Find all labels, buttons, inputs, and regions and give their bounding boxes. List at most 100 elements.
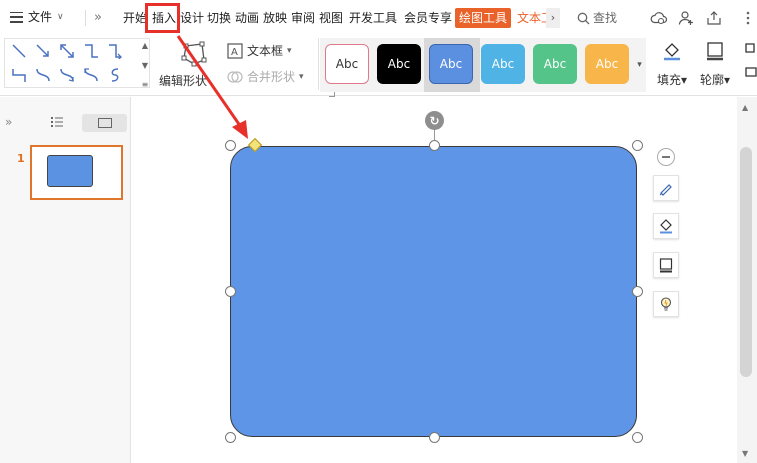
smart-suggest-button[interactable]	[653, 291, 679, 317]
vertical-scrollbar[interactable]: ▲ ▼	[737, 97, 757, 463]
file-menu-label: 文件	[28, 10, 53, 24]
tab-view[interactable]: 视图	[319, 9, 343, 27]
shape-effects-button[interactable]	[740, 40, 757, 83]
slides-panel: » 1	[0, 97, 131, 463]
scrollbar-thumb[interactable]	[740, 147, 752, 377]
resize-handle-top-left[interactable]	[225, 140, 236, 151]
tab-insert[interactable]: 插入	[152, 9, 176, 27]
thumbnail-shape	[47, 155, 93, 187]
style-swatch-white[interactable]: Abc	[325, 44, 369, 84]
resize-handle-top[interactable]	[429, 140, 440, 151]
rounded-rectangle-shape[interactable]	[230, 146, 637, 437]
user-add-icon[interactable]	[676, 8, 696, 28]
fill-button[interactable]: 填充▾	[651, 40, 693, 88]
collapse-float-toolbar-button[interactable]	[657, 148, 675, 166]
shape-outline-button[interactable]	[653, 252, 679, 278]
style-swatch-green[interactable]: Abc	[533, 44, 577, 84]
textbox-icon: A	[227, 42, 243, 59]
resize-handle-bottom[interactable]	[429, 432, 440, 443]
style-swatch-blue[interactable]: Abc	[429, 44, 473, 84]
tab-transition[interactable]: 切换	[207, 9, 231, 27]
outline-view-icon[interactable]	[50, 115, 64, 129]
caret-down-icon: ▾	[299, 71, 304, 82]
tab-member[interactable]: 会员专享	[404, 9, 452, 27]
shape-style-pen-button[interactable]	[653, 175, 679, 201]
textbox-button[interactable]: A 文本框 ▾	[227, 42, 292, 59]
pen-icon	[659, 184, 672, 196]
search-icon	[577, 12, 590, 24]
edit-shape-icon	[181, 41, 207, 67]
resize-handle-left[interactable]	[225, 286, 236, 297]
outline-label: 轮廓▾	[699, 73, 731, 87]
gallery-scroll-arrows[interactable]: ▲ ▼ ≡	[139, 41, 151, 89]
shape-effects-icon	[745, 43, 757, 77]
tab-text-tools[interactable]: 文本工	[517, 9, 547, 27]
curved-double-arrow-shape-icon[interactable]	[83, 67, 99, 83]
curved-connector-shape-icon[interactable]	[35, 67, 51, 83]
expand-gallery-icon[interactable]: ≡	[142, 80, 149, 89]
edit-shape-label: 编辑形状	[159, 74, 208, 88]
tab-animation[interactable]: 动画	[235, 9, 259, 27]
elbow-arrow-connector-shape-icon[interactable]	[107, 43, 123, 59]
style-gallery-expand-button[interactable]: ▾	[633, 38, 646, 92]
merge-shapes-button[interactable]: 合并形状 ▾	[227, 68, 304, 85]
scroll-up-icon[interactable]: ▲	[742, 103, 748, 112]
double-arrow-line-shape-icon[interactable]	[59, 43, 75, 59]
chevron-down-icon[interactable]: ▼	[142, 61, 148, 70]
resize-handle-right[interactable]	[632, 286, 643, 297]
paint-bucket-icon	[664, 43, 680, 61]
style-swatch-light-blue[interactable]: Abc	[481, 44, 525, 84]
merge-shapes-icon	[227, 70, 243, 83]
shape-style-gallery: Abc Abc Abc Abc Abc Abc ▾	[320, 38, 646, 92]
ribbon-toolbar: ▲ ▼ ≡ 编辑形状 A 文本框 ▾ 合并形状 ▾ Abc Abc Abc Ab…	[0, 36, 757, 97]
outline-button[interactable]: 轮廓▾	[694, 40, 736, 88]
arrow-line-shape-icon[interactable]	[35, 43, 51, 59]
tab-drawing-tools[interactable]: 绘图工具	[455, 8, 512, 28]
lightbulb-icon	[660, 297, 672, 311]
elbow-double-arrow-shape-icon[interactable]	[11, 67, 27, 83]
chevron-down-icon: ∨	[57, 12, 64, 22]
outline-icon	[659, 258, 673, 273]
cloud-sync-icon[interactable]	[649, 8, 669, 28]
tab-review[interactable]: 审阅	[291, 9, 315, 27]
style-swatch-orange[interactable]: Abc	[585, 44, 629, 84]
shape-lines-gallery[interactable]: ▲ ▼ ≡	[4, 38, 151, 89]
tabs-scroll-right-button[interactable]: ›	[546, 8, 560, 28]
resize-handle-top-right[interactable]	[632, 140, 643, 151]
resize-handle-bottom-left[interactable]	[225, 432, 236, 443]
outline-icon	[707, 42, 723, 61]
svg-text:A: A	[231, 47, 238, 58]
slides-view-button[interactable]	[82, 114, 127, 132]
tab-design[interactable]: 设计	[180, 9, 204, 27]
tab-home[interactable]: 开始	[123, 9, 147, 27]
menu-bar: 文件 ∨ » 开始 插入 设计 切换 动画 放映 审阅 视图 开发工具 会员专享…	[0, 0, 757, 36]
file-menu[interactable]: 文件 ∨	[10, 8, 64, 26]
textbox-label: 文本框	[247, 44, 284, 58]
elbow-connector-shape-icon[interactable]	[83, 43, 99, 59]
rotate-icon[interactable]: ↻	[425, 111, 444, 130]
collapse-panel-button[interactable]: »	[5, 115, 12, 129]
line-shape-icon[interactable]	[11, 43, 27, 59]
edit-shape-button[interactable]: 编辑形状	[159, 40, 215, 88]
more-tabs-button[interactable]: »	[94, 9, 102, 27]
more-options-icon[interactable]	[738, 8, 757, 28]
style-swatch-black[interactable]: Abc	[377, 44, 421, 84]
hamburger-icon	[10, 11, 23, 23]
tab-developer[interactable]: 开发工具	[349, 9, 397, 27]
slide-thumbnail[interactable]	[30, 145, 123, 200]
slide-number: 1	[17, 152, 25, 165]
search-button[interactable]: 查找	[577, 9, 617, 27]
resize-handle-bottom-right[interactable]	[632, 432, 643, 443]
freeform-curve-shape-icon[interactable]	[107, 67, 123, 83]
curved-arrow-connector-shape-icon[interactable]	[59, 67, 75, 83]
slide-thumbnail-icon	[97, 118, 112, 128]
chevron-up-icon[interactable]: ▲	[142, 41, 148, 50]
share-icon[interactable]	[704, 8, 724, 28]
merge-shapes-label: 合并形状	[247, 70, 296, 84]
shape-fill-button[interactable]	[653, 213, 679, 239]
ribbon-divider	[318, 38, 319, 90]
slide-canvas[interactable]: ↻	[132, 97, 737, 463]
fill-label: 填充▾	[656, 73, 688, 87]
scroll-down-icon[interactable]: ▼	[742, 449, 748, 458]
tab-slideshow[interactable]: 放映	[263, 9, 287, 27]
